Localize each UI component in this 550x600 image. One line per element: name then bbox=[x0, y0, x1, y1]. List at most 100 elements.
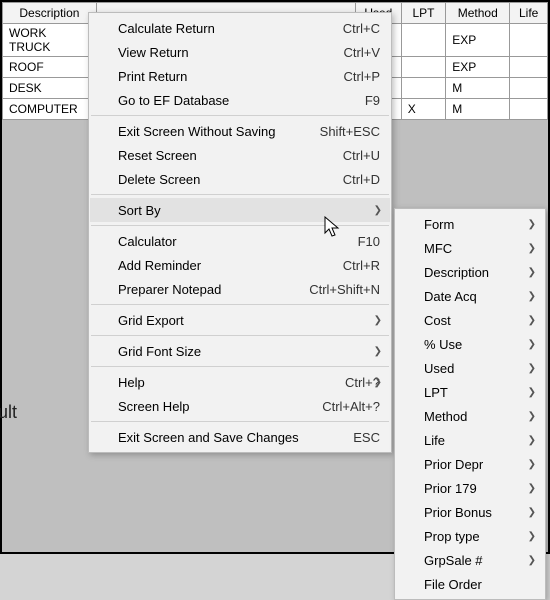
menu-item-label: Calculate Return bbox=[118, 21, 331, 36]
chevron-right-icon: ❯ bbox=[528, 387, 536, 398]
context-menu-item-add-reminder[interactable]: Add ReminderCtrl+R bbox=[90, 253, 390, 277]
menu-item-label: Cost bbox=[424, 313, 534, 328]
chevron-right-icon: ❯ bbox=[374, 346, 382, 357]
cell-description[interactable]: DESK bbox=[3, 78, 97, 99]
sortby-item-prior-depr[interactable]: Prior Depr❯ bbox=[396, 452, 544, 476]
menu-item-label: Print Return bbox=[118, 69, 332, 84]
context-menu-separator bbox=[91, 366, 389, 367]
menu-item-label: Prior Depr bbox=[424, 457, 534, 472]
cell-method[interactable]: EXP bbox=[446, 57, 510, 78]
menu-item-label: Help bbox=[118, 375, 333, 390]
cell-lpt[interactable] bbox=[401, 57, 446, 78]
cell-lpt[interactable]: X bbox=[401, 99, 446, 120]
col-description[interactable]: Description bbox=[3, 3, 97, 24]
cell-life[interactable] bbox=[510, 78, 548, 99]
cell-description[interactable]: ROOF bbox=[3, 57, 97, 78]
sortby-submenu[interactable]: Form❯MFC❯Description❯Date Acq❯Cost❯% Use… bbox=[394, 208, 546, 600]
menu-item-label: Sort By bbox=[118, 203, 380, 218]
sortby-item-method[interactable]: Method❯ bbox=[396, 404, 544, 428]
context-menu-item-grid-export[interactable]: Grid Export❯ bbox=[90, 308, 390, 332]
chevron-right-icon: ❯ bbox=[528, 435, 536, 446]
context-menu-item-sort-by[interactable]: Sort By❯ bbox=[90, 198, 390, 222]
cell-lpt[interactable] bbox=[401, 78, 446, 99]
menu-item-label: Date Acq bbox=[424, 289, 534, 304]
context-menu-separator bbox=[91, 304, 389, 305]
sortby-item-date-acq[interactable]: Date Acq❯ bbox=[396, 284, 544, 308]
context-menu-item-exit-screen-without-saving[interactable]: Exit Screen Without SavingShift+ESC bbox=[90, 119, 390, 143]
context-menu-item-reset-screen[interactable]: Reset ScreenCtrl+U bbox=[90, 143, 390, 167]
cell-method[interactable]: M bbox=[446, 78, 510, 99]
context-menu-separator bbox=[91, 335, 389, 336]
context-menu-item-help[interactable]: HelpCtrl+?❯ bbox=[90, 370, 390, 394]
sortby-item-use[interactable]: % Use❯ bbox=[396, 332, 544, 356]
context-menu-item-go-to-ef-database[interactable]: Go to EF DatabaseF9 bbox=[90, 88, 390, 112]
chevron-right-icon: ❯ bbox=[528, 291, 536, 302]
sortby-item-prior-bonus[interactable]: Prior Bonus❯ bbox=[396, 500, 544, 524]
chevron-right-icon: ❯ bbox=[528, 243, 536, 254]
chevron-right-icon: ❯ bbox=[528, 363, 536, 374]
chevron-right-icon: ❯ bbox=[374, 315, 382, 326]
context-menu-item-print-return[interactable]: Print Return Ctrl+P bbox=[90, 64, 390, 88]
sortby-item-description[interactable]: Description❯ bbox=[396, 260, 544, 284]
sortby-item-prior-179[interactable]: Prior 179❯ bbox=[396, 476, 544, 500]
sortby-item-form[interactable]: Form❯ bbox=[396, 212, 544, 236]
chevron-right-icon: ❯ bbox=[528, 339, 536, 350]
cell-life[interactable] bbox=[510, 57, 548, 78]
cell-method[interactable]: M bbox=[446, 99, 510, 120]
sortby-item-grpsale[interactable]: GrpSale #❯ bbox=[396, 548, 544, 572]
col-method[interactable]: Method bbox=[446, 3, 510, 24]
menu-item-shortcut: Ctrl+Shift+N bbox=[309, 282, 380, 297]
sortby-item-life[interactable]: Life❯ bbox=[396, 428, 544, 452]
menu-item-label: Prior 179 bbox=[424, 481, 534, 496]
col-life[interactable]: Life bbox=[510, 3, 548, 24]
context-menu-item-delete-screen[interactable]: Delete ScreenCtrl+D bbox=[90, 167, 390, 191]
context-menu-item-calculate-return[interactable]: Calculate ReturnCtrl+C bbox=[90, 16, 390, 40]
menu-item-label: View Return bbox=[118, 45, 332, 60]
cell-life[interactable] bbox=[510, 24, 548, 57]
sortby-item-cost[interactable]: Cost❯ bbox=[396, 308, 544, 332]
menu-item-label: Life bbox=[424, 433, 534, 448]
sortby-item-used[interactable]: Used❯ bbox=[396, 356, 544, 380]
menu-item-label: Prior Bonus bbox=[424, 505, 534, 520]
context-menu-item-exit-screen-and-save-changes[interactable]: Exit Screen and Save ChangesESC bbox=[90, 425, 390, 449]
menu-item-label: Calculator bbox=[118, 234, 346, 249]
cell-description[interactable]: COMPUTER bbox=[3, 99, 97, 120]
menu-item-label: Delete Screen bbox=[118, 172, 331, 187]
chevron-right-icon: ❯ bbox=[528, 315, 536, 326]
menu-item-label: Grid Export bbox=[118, 313, 380, 328]
menu-item-shortcut: Ctrl+R bbox=[343, 258, 380, 273]
cell-life[interactable] bbox=[510, 99, 548, 120]
col-lpt[interactable]: LPT bbox=[401, 3, 446, 24]
menu-item-label: Form bbox=[424, 217, 534, 232]
chevron-right-icon: ❯ bbox=[528, 459, 536, 470]
cell-description[interactable]: WORK TRUCK bbox=[3, 24, 97, 57]
sortby-item-lpt[interactable]: LPT❯ bbox=[396, 380, 544, 404]
menu-item-shortcut: ESC bbox=[353, 430, 380, 445]
menu-item-label: File Order bbox=[424, 577, 534, 592]
sidebar-fragment: ult bbox=[0, 402, 17, 423]
menu-item-shortcut: Ctrl+P bbox=[344, 69, 380, 84]
menu-item-shortcut: Ctrl+V bbox=[344, 45, 380, 60]
context-menu-item-view-return[interactable]: View Return Ctrl+V bbox=[90, 40, 390, 64]
menu-item-shortcut: F9 bbox=[365, 93, 380, 108]
context-menu-separator bbox=[91, 421, 389, 422]
context-menu-item-preparer-notepad[interactable]: Preparer Notepad Ctrl+Shift+N bbox=[90, 277, 390, 301]
context-menu-separator bbox=[91, 194, 389, 195]
context-menu-item-screen-help[interactable]: Screen HelpCtrl+Alt+? bbox=[90, 394, 390, 418]
context-menu-item-calculator[interactable]: CalculatorF10 bbox=[90, 229, 390, 253]
menu-item-label: Screen Help bbox=[118, 399, 310, 414]
sortby-item-mfc[interactable]: MFC❯ bbox=[396, 236, 544, 260]
context-menu[interactable]: Calculate ReturnCtrl+C View Return Ctrl+V P… bbox=[88, 12, 392, 453]
menu-item-label: GrpSale # bbox=[424, 553, 534, 568]
context-menu-item-grid-font-size[interactable]: Grid Font Size❯ bbox=[90, 339, 390, 363]
sortby-item-prop-type[interactable]: Prop type❯ bbox=[396, 524, 544, 548]
cell-lpt[interactable] bbox=[401, 24, 446, 57]
chevron-right-icon: ❯ bbox=[528, 483, 536, 494]
chevron-right-icon: ❯ bbox=[528, 507, 536, 518]
sortby-item-file-order[interactable]: File Order bbox=[396, 572, 544, 596]
cell-method[interactable]: EXP bbox=[446, 24, 510, 57]
menu-item-label: Preparer Notepad bbox=[118, 282, 297, 297]
menu-item-label: LPT bbox=[424, 385, 534, 400]
chevron-right-icon: ❯ bbox=[374, 377, 382, 388]
menu-item-label: Used bbox=[424, 361, 534, 376]
